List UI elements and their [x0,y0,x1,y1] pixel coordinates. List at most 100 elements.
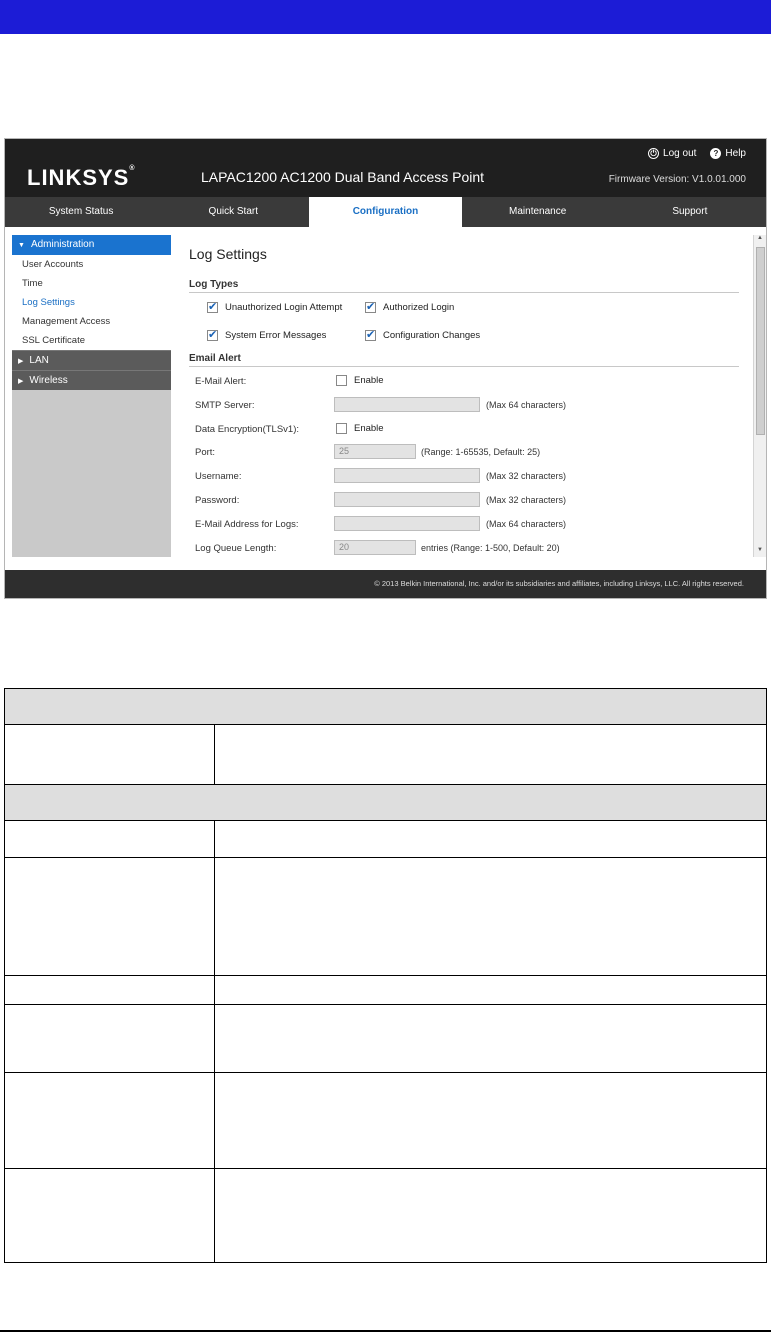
sidebar-item-log-settings[interactable]: Log Settings [12,293,171,312]
checkbox-label: Authorized Login [383,302,455,313]
password-input[interactable] [334,492,480,507]
logout-link[interactable]: ⏻ Log out [648,148,696,159]
checkbox-label: System Error Messages [225,330,327,341]
checkbox-unchecked-icon [336,375,347,386]
unauthorized-login-checkbox[interactable]: Unauthorized Login Attempt [207,300,343,313]
sidebar-item-label: Wireless [29,375,68,386]
sidebar-submenu: User Accounts Time Log Settings Manageme… [12,255,171,350]
checkbox-label: Enable [354,375,384,386]
help-link[interactable]: ? Help [710,148,746,159]
app-header: LINKSYS® LAPAC1200 AC1200 Dual Band Acce… [5,139,766,197]
tab-system-status[interactable]: System Status [5,197,157,227]
log-queue-length-label: Log Queue Length: [195,543,277,554]
table-cell [5,1073,215,1168]
checkbox-label: Enable [354,423,384,434]
chevron-right-icon: ▶ [18,378,24,385]
tab-support[interactable]: Support [614,197,766,227]
data-encryption-enable-checkbox[interactable]: Enable [336,423,384,434]
table-row [4,976,767,1005]
tab-maintenance[interactable]: Maintenance [462,197,614,227]
checkbox-unchecked-icon [336,423,347,434]
logo-text: LINKSYS [27,165,130,190]
checkbox-label: Unauthorized Login Attempt [225,302,343,313]
checkbox-label: Configuration Changes [383,330,481,341]
system-error-checkbox[interactable]: System Error Messages [207,328,327,341]
sidebar-item-management-access[interactable]: Management Access [12,312,171,331]
page-title: Log Settings [189,246,267,262]
table-row [4,858,767,976]
email-address-label: E-Mail Address for Logs: [195,519,299,530]
content-scrollbar[interactable]: ▲ ▼ [753,235,766,557]
table-cell [5,858,215,975]
smtp-server-label: SMTP Server: [195,400,255,411]
checkbox-checked-icon [365,328,376,341]
config-changes-checkbox[interactable]: Configuration Changes [365,328,481,341]
checkbox-checked-icon [365,300,376,313]
checkbox-checked-icon [207,328,218,341]
table-cell [5,976,215,1004]
header-links: ⏻ Log out ? Help [648,148,746,159]
main-nav: System Status Quick Start Configuration … [5,197,766,227]
power-icon: ⏻ [648,148,660,159]
chevron-right-icon: ▶ [18,358,24,365]
port-input[interactable]: 25 [334,444,416,459]
table-cell [5,1005,215,1072]
sidebar-item-administration[interactable]: ▼ Administration [12,235,171,255]
email-alert-enable-checkbox[interactable]: Enable [336,375,384,386]
scroll-up-icon[interactable]: ▲ [757,235,763,241]
app-footer: © 2013 Belkin International, Inc. and/or… [5,570,766,598]
chevron-down-icon: ▼ [18,242,25,249]
username-label: Username: [195,471,242,482]
tab-configuration[interactable]: Configuration [309,197,462,227]
table-row [4,1169,767,1263]
sidebar-item-label: LAN [29,355,49,366]
router-ui-screenshot: LINKSYS® LAPAC1200 AC1200 Dual Band Acce… [4,138,767,599]
logo-mark: ® [129,165,135,172]
table-row [4,785,767,821]
help-label: Help [725,148,746,159]
tab-quick-start[interactable]: Quick Start [157,197,309,227]
log-queue-length-note: entries (Range: 1-500, Default: 20) [421,543,560,553]
linksys-logo: LINKSYS® [27,165,135,191]
sidebar-item-ssl-certificate[interactable]: SSL Certificate [12,331,171,350]
email-alert-label: E-Mail Alert: [195,376,247,387]
document-header-bar [0,0,771,34]
checkbox-checked-icon [207,300,218,313]
password-label: Password: [195,495,240,506]
main-content: Log Settings Log Types Unauthorized Logi… [181,235,751,557]
table-row [4,689,767,725]
firmware-version: Firmware Version: V1.0.01.000 [608,174,746,185]
table-cell [5,1169,215,1262]
username-input[interactable] [334,468,480,483]
sidebar-item-wireless[interactable]: ▶ Wireless [12,370,171,390]
email-address-input[interactable] [334,516,480,531]
smtp-server-input[interactable] [334,397,480,412]
table-row [4,1073,767,1169]
table-row [4,821,767,858]
authorized-login-checkbox[interactable]: Authorized Login [365,300,455,313]
table-row [4,725,767,785]
log-types-heading: Log Types [189,279,739,293]
sidebar-item-user-accounts[interactable]: User Accounts [12,255,171,274]
sidebar-item-lan[interactable]: ▶ LAN [12,350,171,370]
smtp-note: (Max 64 characters) [486,400,567,410]
email-address-note: (Max 64 characters) [486,519,567,529]
port-note: (Range: 1-65535, Default: 25) [421,447,541,457]
table-row [4,1005,767,1073]
page-bottom-rule [0,1330,771,1332]
username-note: (Max 32 characters) [486,471,567,481]
sidebar: ▼ Administration User Accounts Time Log S… [12,235,171,557]
scrollbar-thumb[interactable] [756,247,765,435]
table-cell [5,821,215,857]
sidebar-item-time[interactable]: Time [12,274,171,293]
log-queue-length-input[interactable]: 20 [334,540,416,555]
email-alert-heading: Email Alert [189,353,739,367]
help-icon: ? [710,148,722,159]
port-label: Port: [195,447,216,458]
logout-label: Log out [663,148,697,159]
sidebar-item-label: Administration [30,239,95,250]
password-note: (Max 32 characters) [486,495,567,505]
product-name: LAPAC1200 AC1200 Dual Band Access Point [201,169,485,185]
scroll-down-icon[interactable]: ▼ [757,547,763,553]
data-encryption-label: Data Encryption(TLSv1): [195,424,300,435]
